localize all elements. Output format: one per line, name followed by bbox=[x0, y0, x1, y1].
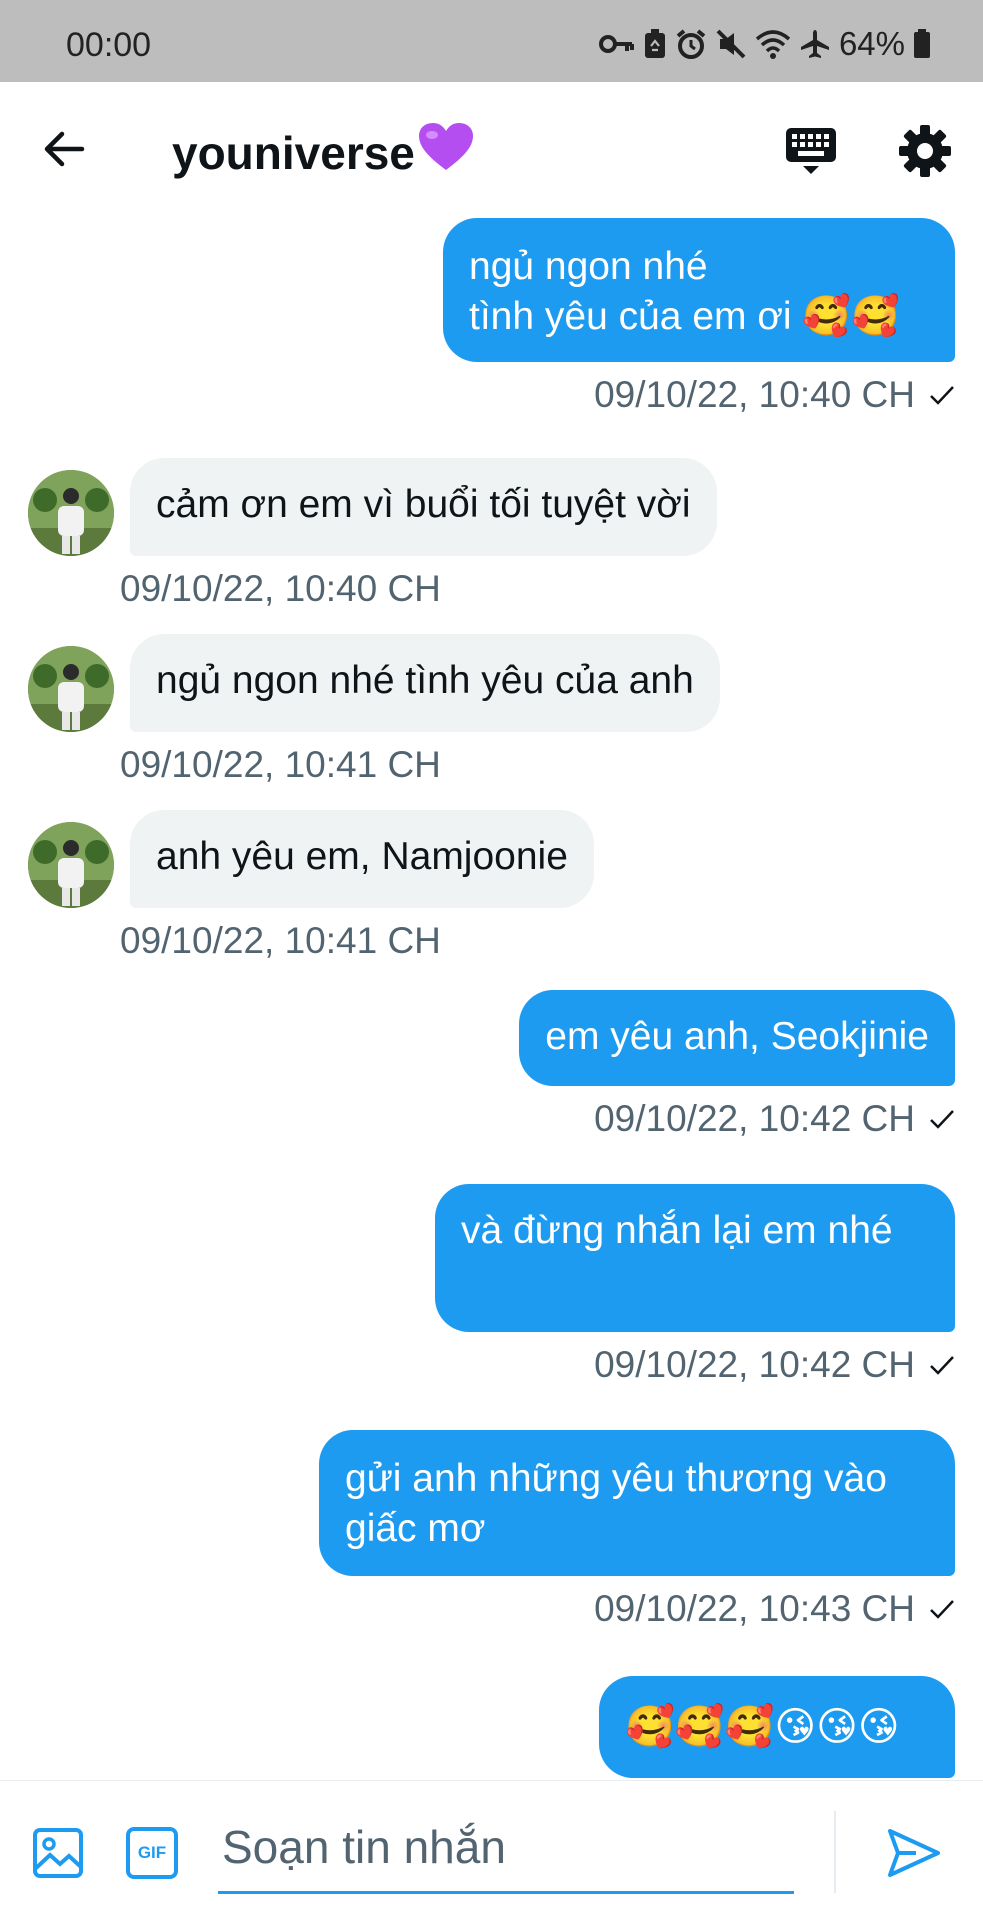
message-timestamp: 09/10/22, 10:42 CH bbox=[594, 1344, 955, 1386]
keyboard-icon[interactable] bbox=[784, 124, 838, 178]
message-line: giấc mơ bbox=[345, 1507, 486, 1550]
conversation-title[interactable]: youniverse bbox=[172, 122, 475, 183]
gif-button[interactable]: GIF bbox=[126, 1827, 178, 1879]
airplane-icon bbox=[800, 30, 829, 58]
message-bubble-incoming[interactable]: cảm ơn em vì buổi tối tuyệt vời bbox=[130, 458, 717, 556]
image-icon[interactable] bbox=[32, 1827, 84, 1879]
message-line: ngủ ngon nhé tình yêu của anh bbox=[156, 659, 694, 702]
status-icons: 64% bbox=[598, 24, 931, 64]
timestamp-text: 09/10/22, 10:42 CH bbox=[594, 1098, 915, 1139]
message-bubble-outgoing[interactable]: em yêu anh, Seokjinie bbox=[519, 990, 955, 1086]
message-timestamp: 09/10/22, 10:40 CH bbox=[120, 568, 441, 609]
message-line: anh yêu em, Namjoonie bbox=[156, 835, 568, 878]
message-line: ngủ ngon nhé bbox=[469, 245, 708, 288]
message-timestamp: 09/10/22, 10:41 CH bbox=[120, 744, 441, 785]
message-line: cảm ơn em vì buổi tối tuyệt vời bbox=[156, 483, 691, 526]
wifi-icon bbox=[755, 30, 791, 59]
message-bubble-outgoing[interactable]: ngủ ngon nhé tình yêu của em ơi 🥰🥰 bbox=[443, 218, 955, 362]
message-line: 🥰🥰🥰😘😘😘 bbox=[625, 1705, 900, 1749]
divider bbox=[834, 1811, 836, 1893]
timestamp-text: 09/10/22, 10:42 CH bbox=[594, 1344, 915, 1385]
checkmark-icon bbox=[930, 1600, 954, 1619]
message-line: và đừng nhắn lại em nhé bbox=[461, 1209, 893, 1252]
chat-header: youniverse bbox=[0, 82, 983, 218]
alarm-icon bbox=[676, 29, 706, 59]
battery-icon bbox=[914, 29, 930, 58]
message-timestamp: 09/10/22, 10:41 CH bbox=[120, 920, 441, 961]
message-input[interactable] bbox=[218, 1803, 794, 1894]
message-line: gửi anh những yêu thương vào bbox=[345, 1457, 887, 1500]
key-icon bbox=[598, 35, 634, 53]
status-bar: 00:00 64% bbox=[0, 0, 983, 82]
timestamp-text: 09/10/22, 10:43 CH bbox=[594, 1588, 915, 1629]
purple-heart-icon bbox=[417, 122, 475, 183]
message-bubble-outgoing[interactable]: gửi anh những yêu thương vào giấc mơ bbox=[319, 1430, 955, 1576]
message-bubble-outgoing[interactable]: và đừng nhắn lại em nhé bbox=[435, 1184, 955, 1332]
message-bubble-outgoing[interactable]: 🥰🥰🥰😘😘😘 bbox=[599, 1676, 955, 1778]
message-timestamp: 09/10/22, 10:43 CH bbox=[594, 1588, 955, 1630]
send-icon[interactable] bbox=[886, 1825, 942, 1881]
battery-percent: 64% bbox=[838, 25, 905, 62]
avatar[interactable] bbox=[28, 646, 114, 732]
title-text: youniverse bbox=[172, 126, 415, 179]
message-composer: GIF bbox=[0, 1780, 983, 1921]
timestamp-text: 09/10/22, 10:40 CH bbox=[594, 374, 915, 415]
gear-icon[interactable] bbox=[898, 124, 952, 178]
recycle-icon bbox=[644, 29, 665, 58]
checkmark-icon bbox=[930, 1110, 954, 1129]
checkmark-icon bbox=[930, 386, 954, 405]
message-line: em yêu anh, Seokjinie bbox=[545, 1015, 929, 1058]
message-bubble-incoming[interactable]: anh yêu em, Namjoonie bbox=[130, 810, 594, 908]
avatar[interactable] bbox=[28, 470, 114, 556]
message-bubble-incoming[interactable]: ngủ ngon nhé tình yêu của anh bbox=[130, 634, 720, 732]
message-timestamp: 09/10/22, 10:40 CH bbox=[594, 374, 955, 416]
mute-icon bbox=[716, 29, 746, 59]
checkmark-icon bbox=[930, 1356, 954, 1375]
message-list[interactable]: ngủ ngon nhé tình yêu của em ơi 🥰🥰 09/10… bbox=[0, 218, 983, 1778]
arrow-left-icon[interactable] bbox=[42, 126, 88, 172]
status-time: 00:00 bbox=[66, 26, 152, 64]
message-line: tình yêu của em ơi 🥰🥰 bbox=[469, 295, 900, 338]
avatar[interactable] bbox=[28, 822, 114, 908]
message-timestamp: 09/10/22, 10:42 CH bbox=[594, 1098, 955, 1140]
